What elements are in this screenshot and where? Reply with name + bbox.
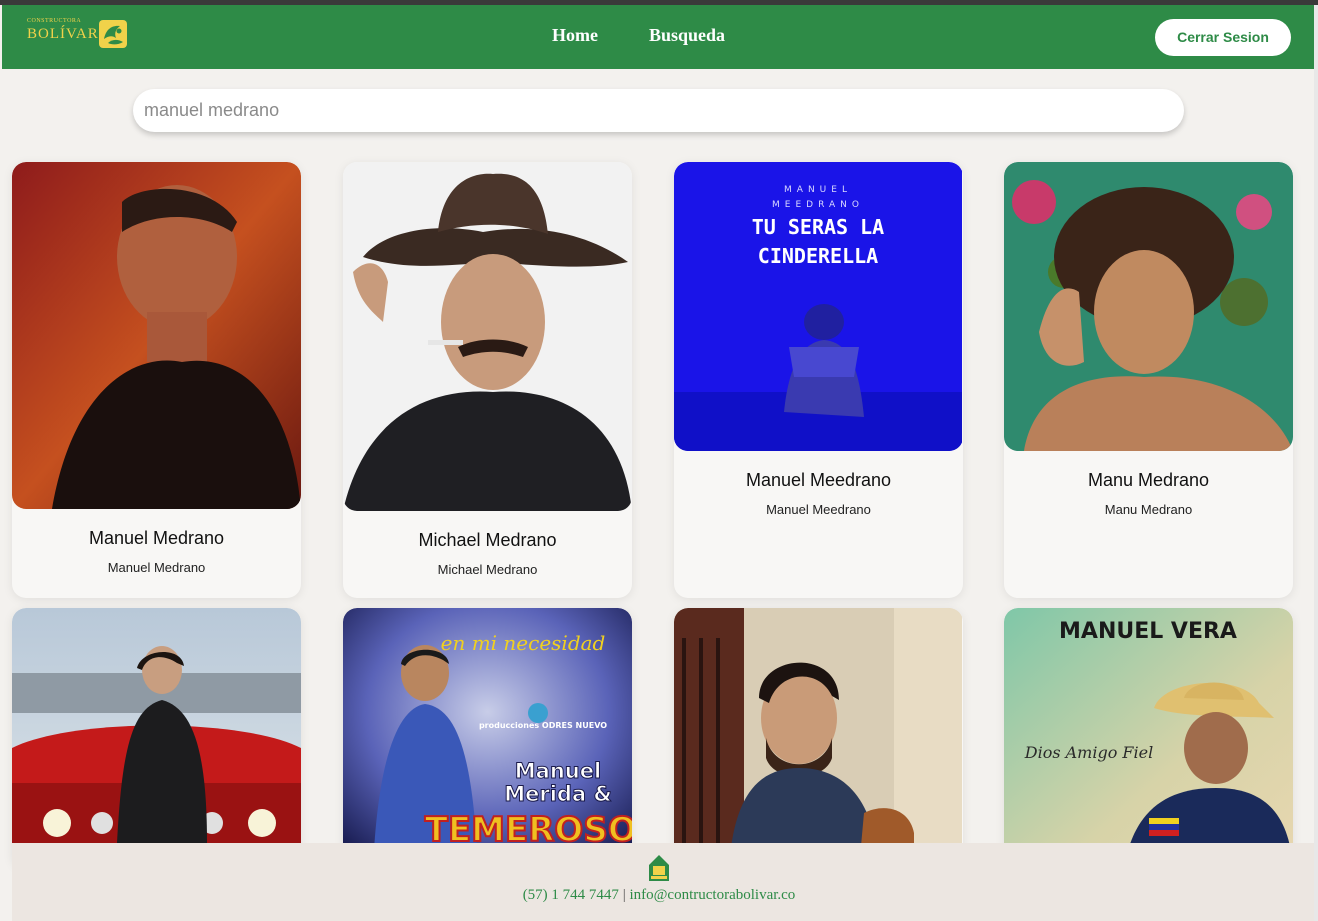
card-title: Michael Medrano [418, 530, 557, 550]
artist-photo [12, 608, 301, 868]
cover-artist-line2: MEEDRANO [772, 200, 864, 210]
card-subtitle: Manu Medrano [1104, 502, 1193, 517]
footer-logo-icon [649, 855, 669, 881]
footer: (57) 1 744 7447 | info@contructoraboliva… [12, 843, 1318, 921]
result-card[interactable]: MANUEL VERA Dios Amigo Fiel [1004, 608, 1293, 868]
card-subtitle: Manuel Meedrano [766, 502, 871, 517]
nav-home-link[interactable]: Home [552, 25, 598, 46]
result-card-michael-medrano[interactable]: Michael Medrano Michael Medrano [343, 162, 632, 598]
logo-small-text: CONSTRUCTORA [27, 18, 82, 24]
cover-artist: MANUEL VERA [1059, 619, 1237, 644]
album-cover: MANUEL MEEDRANO TU SERAS LA CINDERELLA [674, 162, 963, 451]
brand-logo[interactable]: CONSTRUCTORA BOLÍVAR [27, 18, 132, 52]
card-title: Manuel Meedrano [745, 470, 892, 490]
album-cover: en mi necesidad producciones ODRES NUEVO… [343, 608, 632, 868]
cover-tagline: en mi necesidad [441, 631, 606, 655]
result-card-manu-medrano[interactable]: Manu Medrano Manu Medrano [1004, 162, 1293, 598]
result-card-manuel-medrano[interactable]: Manuel Medrano Manuel Medrano [12, 162, 301, 598]
artist-photo [1004, 162, 1293, 451]
cover-song-line2: CINDERELLA [758, 244, 878, 268]
logo-mark-icon [99, 20, 127, 48]
result-card[interactable] [12, 608, 301, 868]
artist-photo [674, 608, 963, 868]
footer-email[interactable]: info@contructorabolivar.co [629, 887, 795, 903]
footer-separator: | [622, 887, 626, 903]
result-card[interactable] [674, 608, 963, 868]
scrollbar[interactable] [1314, 5, 1318, 921]
card-subtitle: Michael Medrano [437, 562, 538, 577]
artist-photo [12, 162, 301, 509]
footer-phone: (57) 1 744 7447 [522, 887, 619, 903]
artist-photo [343, 162, 632, 511]
card-title: Manu Medrano [1087, 470, 1210, 490]
logo-big-text: BOLÍVAR [27, 26, 99, 42]
navbar: CONSTRUCTORA BOLÍVAR Home Busqueda Cerra… [2, 5, 1314, 69]
cover-artist-line1: Manuel [515, 759, 601, 783]
search-input[interactable]: manuel medrano [133, 89, 1184, 132]
logout-button[interactable]: Cerrar Sesion [1155, 19, 1291, 56]
cover-song-line1: TU SERAS LA [752, 215, 884, 239]
result-card-manuel-meedrano[interactable]: MANUEL MEEDRANO TU SERAS LA CINDERELLA M… [674, 162, 963, 598]
cover-artist-line1: MANUEL [784, 185, 852, 195]
album-cover: MANUEL VERA Dios Amigo Fiel [1004, 608, 1293, 868]
footer-contact: (57) 1 744 7447 | info@contructoraboliva… [12, 887, 1306, 904]
nav-busqueda-link[interactable]: Busqueda [649, 25, 725, 46]
result-card[interactable]: en mi necesidad producciones ODRES NUEVO… [343, 608, 632, 868]
card-subtitle: Manuel Medrano [107, 560, 206, 575]
cover-album: Dios Amigo Fiel [1024, 743, 1153, 762]
cover-artist-line2: Merida & [504, 782, 612, 806]
card-title: Manuel Medrano [88, 528, 225, 548]
cover-label: producciones ODRES NUEVO [479, 721, 607, 730]
